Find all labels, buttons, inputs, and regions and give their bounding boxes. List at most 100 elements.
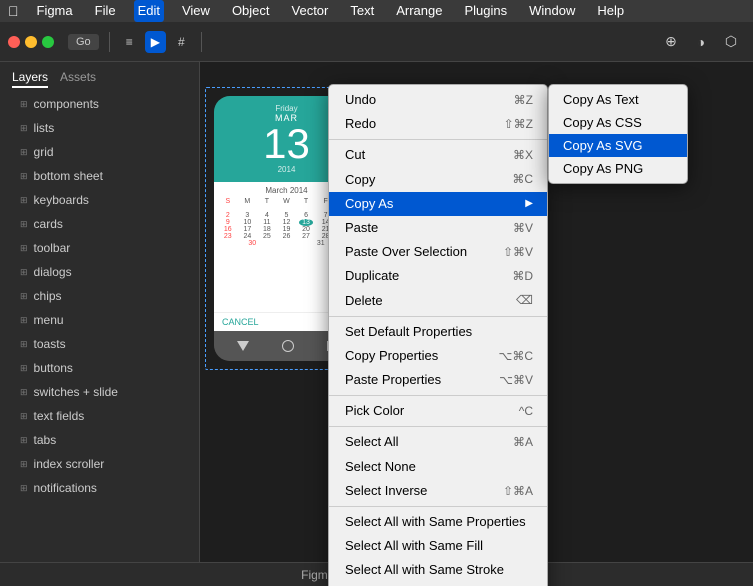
layer-grid-icon: ⊞ [20,411,28,422]
menubar-object[interactable]: Object [228,0,274,22]
layer-grid-icon: ⊞ [20,363,28,374]
move-tool[interactable]: ▶ [145,31,166,53]
copy-as-submenu: Copy As Text Copy As CSS Copy As SVG Cop… [548,84,688,184]
menu-copy-as[interactable]: Copy As ▶ [329,192,547,216]
submenu-copy-as-svg[interactable]: Copy As SVG [549,134,687,157]
menubar-plugins[interactable]: Plugins [460,0,511,22]
sidebar-item-switches[interactable]: ⊞ switches + slide [0,380,199,404]
nav-back-icon [237,341,249,351]
layer-grid-icon: ⊞ [20,267,28,278]
calendar-cancel[interactable]: CANCEL [222,317,259,327]
layer-grid-icon: ⊞ [20,291,28,302]
sidebar-item-toolbar[interactable]: ⊞ toolbar [0,236,199,260]
menu-pick-color[interactable]: Pick Color ^C [329,399,547,423]
layer-grid-icon: ⊞ [20,459,28,470]
sidebar-item-label: tabs [34,433,57,447]
menu-cut[interactable]: Cut ⌘X [329,143,547,167]
menubar-view[interactable]: View [178,0,214,22]
contrast-icon[interactable]: ◑ [687,28,715,56]
apple-icon[interactable]:  [8,3,19,19]
menu-select-none[interactable]: Select None [329,455,547,479]
toolbar: Go ≡ ▶ # ⊕ ◑ ⬡ [0,22,753,62]
sidebar: Layers Assets ⊞ components ⊞ lists ⊞ gri… [0,62,200,586]
sidebar-item-tabs[interactable]: ⊞ tabs [0,428,199,452]
layer-grid-icon: ⊞ [20,123,28,134]
sidebar-item-buttons[interactable]: ⊞ buttons [0,356,199,380]
menu-copy[interactable]: Copy ⌘C [329,168,547,192]
go-button[interactable]: Go [68,34,99,50]
sidebar-item-grid[interactable]: ⊞ grid [0,140,199,164]
menu-select-same-stroke[interactable]: Select All with Same Stroke [329,558,547,582]
menubar-window[interactable]: Window [525,0,579,22]
menubar-edit[interactable]: Edit [134,0,164,22]
separator-4 [329,426,547,427]
menu-icon[interactable]: ≡ [120,31,139,53]
sidebar-item-label: index scroller [34,457,105,471]
sidebar-item-chips[interactable]: ⊞ chips [0,284,199,308]
sidebar-item-label: buttons [34,361,73,375]
menu-set-default[interactable]: Set Default Properties [329,320,547,344]
tab-assets[interactable]: Assets [60,70,96,88]
nav-home-icon [282,340,294,352]
layer-grid-icon: ⊞ [20,219,28,230]
sidebar-item-label: keyboards [34,193,89,207]
minimize-button[interactable] [25,36,37,48]
share-icon[interactable]: ⊕ [657,28,685,56]
separator [109,32,110,52]
menu-redo[interactable]: Redo ⇧⌘Z [329,112,547,136]
sidebar-item-lists[interactable]: ⊞ lists [0,116,199,140]
sidebar-item-label: bottom sheet [34,169,103,183]
sidebar-item-label: notifications [34,481,97,495]
menu-delete[interactable]: Delete ⌫ [329,289,547,313]
submenu-copy-as-text[interactable]: Copy As Text [549,88,687,111]
sidebar-item-notifications[interactable]: ⊞ notifications [0,476,199,500]
submenu-copy-as-css[interactable]: Copy As CSS [549,111,687,134]
menu-copy-props[interactable]: Copy Properties ⌥⌘C [329,344,547,368]
submenu-copy-as-png[interactable]: Copy As PNG [549,157,687,180]
sidebar-item-label: dialogs [34,265,72,279]
separator-1 [329,139,547,140]
menu-undo[interactable]: Undo ⌘Z [329,88,547,112]
menu-select-same-effect[interactable]: Select All with Same Effect [329,583,547,586]
layer-grid-icon: ⊞ [20,147,28,158]
sidebar-item-label: text fields [34,409,85,423]
frame-tool[interactable]: # [172,31,191,53]
menubar-figma[interactable]: Figma [33,0,77,22]
menubar:  Figma File Edit View Object Vector Tex… [0,0,753,22]
close-button[interactable] [8,36,20,48]
sidebar-item-components[interactable]: ⊞ components [0,92,199,116]
sidebar-item-label: switches + slide [34,385,118,399]
sidebar-item-indexscroller[interactable]: ⊞ index scroller [0,452,199,476]
sidebar-item-label: components [34,97,99,111]
sidebar-item-label: menu [34,313,64,327]
sidebar-item-bottomsheet[interactable]: ⊞ bottom sheet [0,164,199,188]
sidebar-item-menu[interactable]: ⊞ menu [0,308,199,332]
layer-grid-icon: ⊞ [20,171,28,182]
menubar-help[interactable]: Help [593,0,628,22]
menu-select-inverse[interactable]: Select Inverse ⇧⌘A [329,479,547,503]
menubar-arrange[interactable]: Arrange [392,0,446,22]
menu-paste-props[interactable]: Paste Properties ⌥⌘V [329,368,547,392]
sidebar-item-cards[interactable]: ⊞ cards [0,212,199,236]
sidebar-item-textfields[interactable]: ⊞ text fields [0,404,199,428]
menu-select-same-fill[interactable]: Select All with Same Fill [329,534,547,558]
separator-2 [329,316,547,317]
menubar-text[interactable]: Text [346,0,378,22]
menu-select-same-props[interactable]: Select All with Same Properties [329,510,547,534]
canvas[interactable]: Friday MAR 13 2014 March 2014 S M T W [200,62,753,586]
fullscreen-button[interactable] [42,36,54,48]
layer-grid-icon: ⊞ [20,387,28,398]
component-icon[interactable]: ⬡ [717,28,745,56]
menu-paste[interactable]: Paste ⌘V [329,216,547,240]
tab-layers[interactable]: Layers [12,70,48,88]
menubar-file[interactable]: File [91,0,120,22]
menu-paste-over[interactable]: Paste Over Selection ⇧⌘V [329,240,547,264]
sidebar-header: Layers Assets [0,62,199,92]
menu-select-all[interactable]: Select All ⌘A [329,430,547,454]
sidebar-item-dialogs[interactable]: ⊞ dialogs [0,260,199,284]
sidebar-item-label: lists [34,121,55,135]
sidebar-item-keyboards[interactable]: ⊞ keyboards [0,188,199,212]
sidebar-item-toasts[interactable]: ⊞ toasts [0,332,199,356]
menubar-vector[interactable]: Vector [288,0,333,22]
menu-duplicate[interactable]: Duplicate ⌘D [329,264,547,288]
